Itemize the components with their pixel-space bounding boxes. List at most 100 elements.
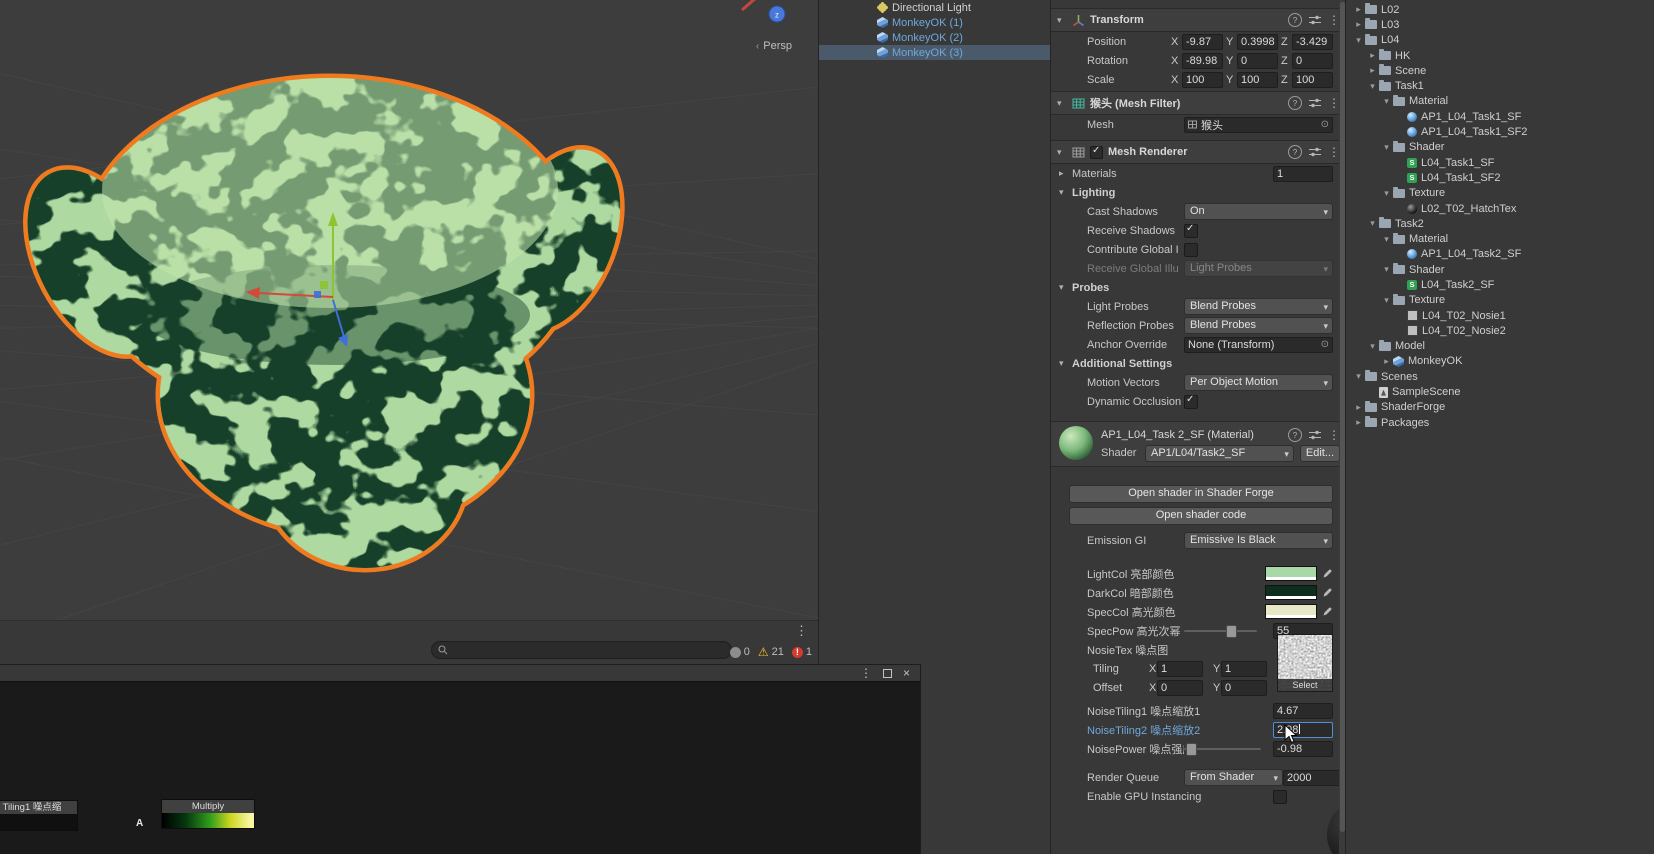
- foldout-icon[interactable]: ▸: [1352, 19, 1365, 30]
- help-icon[interactable]: ?: [1288, 13, 1302, 27]
- foldout-icon[interactable]: ▾: [1380, 295, 1393, 306]
- nosietex-thumbnail[interactable]: Select: [1277, 634, 1333, 692]
- eyedropper-icon[interactable]: [1322, 606, 1333, 617]
- offset-y-field[interactable]: 0: [1221, 679, 1267, 696]
- project-item[interactable]: ▾ Texture: [1346, 293, 1654, 308]
- eyedropper-icon[interactable]: [1322, 587, 1333, 598]
- project-item[interactable]: ▾ Task1: [1346, 78, 1654, 93]
- noisetiling1-field[interactable]: 4.67: [1273, 702, 1333, 719]
- reflection-probes-dropdown[interactable]: Blend Probes: [1184, 317, 1333, 334]
- contribute-gi-checkbox[interactable]: [1184, 242, 1198, 257]
- noisepower-slider[interactable]: [1184, 742, 1261, 756]
- open-shader-forge-button[interactable]: Open shader in Shader Forge: [1069, 485, 1333, 503]
- foldout-icon[interactable]: ▾: [1059, 358, 1069, 369]
- hierarchy-item[interactable]: Directional Light: [819, 0, 1051, 15]
- materials-count-field[interactable]: 1: [1273, 165, 1333, 182]
- mesh-object-field[interactable]: 猴头 ⊙: [1184, 116, 1333, 133]
- foldout-icon[interactable]: ▾: [1380, 96, 1393, 107]
- noisetiling2-field[interactable]: 2.98: [1273, 721, 1333, 738]
- tiling-x-field[interactable]: 1: [1157, 660, 1203, 677]
- foldout-icon[interactable]: ▸: [1366, 50, 1379, 61]
- panel-menu-icon[interactable]: ⋮: [795, 624, 808, 637]
- project-item[interactable]: ▾ Texture: [1346, 186, 1654, 201]
- foldout-icon[interactable]: ▾: [1352, 371, 1365, 382]
- project-item[interactable]: ▸ HK: [1346, 48, 1654, 63]
- close-icon[interactable]: ×: [903, 667, 910, 679]
- position-x-field[interactable]: -9.87: [1182, 33, 1223, 50]
- project-item[interactable]: ▾ Material: [1346, 94, 1654, 109]
- maximize-icon[interactable]: [882, 668, 892, 678]
- window-menu-icon[interactable]: ⋮: [860, 667, 872, 679]
- foldout-icon[interactable]: ▾: [1366, 218, 1379, 229]
- project-item[interactable]: ▸ L02: [1346, 2, 1654, 17]
- darkcol-swatch[interactable]: [1265, 585, 1317, 600]
- mesh-renderer-header[interactable]: ▾ Mesh Renderer ? ⋮: [1051, 140, 1346, 164]
- rotation-y-field[interactable]: 0: [1237, 52, 1278, 69]
- node-canvas[interactable]: A Multiply Tiling1 噪点缩: [0, 681, 920, 854]
- motion-vectors-dropdown[interactable]: Per Object Motion: [1184, 374, 1333, 391]
- mesh-filter-header[interactable]: ▾ 猴头 (Mesh Filter) ? ⋮: [1051, 91, 1346, 115]
- project-item[interactable]: ▾ L04: [1346, 33, 1654, 48]
- component-enabled-checkbox[interactable]: [1090, 145, 1103, 159]
- shader-dropdown[interactable]: AP1/L04/Task2_SF: [1145, 444, 1294, 462]
- project-item[interactable]: L04_T02_Nosie1: [1346, 308, 1654, 323]
- foldout-icon[interactable]: ▾: [1057, 98, 1067, 109]
- foldout-icon[interactable]: ▾: [1380, 142, 1393, 153]
- materials-foldout[interactable]: ▸ Materials 1: [1051, 164, 1346, 183]
- foldout-icon[interactable]: ▸: [1352, 417, 1365, 428]
- foldout-icon[interactable]: ▾: [1057, 15, 1067, 26]
- position-y-field[interactable]: 0.3998: [1237, 33, 1278, 50]
- specpow-slider[interactable]: [1184, 624, 1257, 638]
- help-icon[interactable]: ?: [1288, 145, 1302, 159]
- lightcol-swatch[interactable]: [1265, 566, 1317, 581]
- gpu-instancing-checkbox[interactable]: [1273, 789, 1287, 804]
- foldout-icon[interactable]: ▾: [1366, 341, 1379, 352]
- project-item[interactable]: L02_T02_HatchTex: [1346, 201, 1654, 216]
- foldout-icon[interactable]: ▾: [1352, 35, 1365, 46]
- foldout-icon[interactable]: ▸: [1352, 4, 1365, 15]
- project-item[interactable]: ▾ Model: [1346, 339, 1654, 354]
- project-item[interactable]: L04_Task1_SF2: [1346, 170, 1654, 185]
- project-item[interactable]: ▸ ShaderForge: [1346, 400, 1654, 415]
- tiling-y-field[interactable]: 1: [1221, 660, 1267, 677]
- rotation-z-field[interactable]: 0: [1292, 52, 1333, 69]
- foldout-icon[interactable]: ▸: [1352, 402, 1365, 413]
- foldout-icon[interactable]: ▾: [1057, 147, 1067, 158]
- presets-icon[interactable]: [1309, 147, 1321, 157]
- additional-settings-foldout[interactable]: ▾ Additional Settings: [1051, 354, 1346, 373]
- presets-icon[interactable]: [1309, 15, 1321, 25]
- project-item[interactable]: ▸ Packages: [1346, 415, 1654, 430]
- render-queue-dropdown[interactable]: From Shader: [1184, 769, 1283, 786]
- position-z-field[interactable]: -3.429: [1292, 33, 1333, 50]
- property-node[interactable]: Tiling1 噪点缩: [0, 800, 78, 831]
- foldout-icon[interactable]: ▸: [1059, 168, 1069, 179]
- object-picker-icon[interactable]: ⊙: [1321, 119, 1329, 130]
- multiply-node[interactable]: Multiply: [161, 799, 255, 829]
- hierarchy-item[interactable]: MonkeyOK (2): [819, 30, 1051, 45]
- project-item[interactable]: ▾ Material: [1346, 231, 1654, 246]
- scale-z-field[interactable]: 100: [1292, 71, 1333, 88]
- transform-header[interactable]: ▾ Transform ? ⋮: [1051, 8, 1346, 32]
- project-item[interactable]: ▸ Scene: [1346, 63, 1654, 78]
- light-probes-dropdown[interactable]: Blend Probes: [1184, 298, 1333, 315]
- foldout-icon[interactable]: ▾: [1059, 187, 1069, 198]
- project-item[interactable]: L04_Task2_SF: [1346, 277, 1654, 292]
- foldout-icon[interactable]: ▾: [1380, 234, 1393, 245]
- scale-y-field[interactable]: 100: [1237, 71, 1278, 88]
- project-item[interactable]: ▾ Task2: [1346, 216, 1654, 231]
- offset-x-field[interactable]: 0: [1157, 679, 1203, 696]
- cast-shadows-dropdown[interactable]: On: [1184, 203, 1333, 220]
- scene-view[interactable]: z ‹ Persp: [0, 0, 818, 620]
- object-picker-icon[interactable]: ⊙: [1321, 339, 1329, 350]
- foldout-icon[interactable]: ▸: [1366, 65, 1379, 76]
- eyedropper-icon[interactable]: [1322, 568, 1333, 579]
- project-item[interactable]: AP1_L04_Task1_SF2: [1346, 124, 1654, 139]
- search-input[interactable]: [431, 641, 732, 659]
- project-item[interactable]: ▸ MonkeyOK: [1346, 354, 1654, 369]
- material-header[interactable]: AP1_L04_Task 2_SF (Material) ? ⋮ Shader …: [1051, 421, 1346, 467]
- foldout-icon[interactable]: ▸: [1380, 356, 1393, 367]
- project-item[interactable]: ▾ Shader: [1346, 140, 1654, 155]
- console-error-badge[interactable]: ! 1: [791, 646, 812, 658]
- project-item[interactable]: ▾ Scenes: [1346, 369, 1654, 384]
- console-warning-badge[interactable]: ⚠ 21: [758, 646, 784, 658]
